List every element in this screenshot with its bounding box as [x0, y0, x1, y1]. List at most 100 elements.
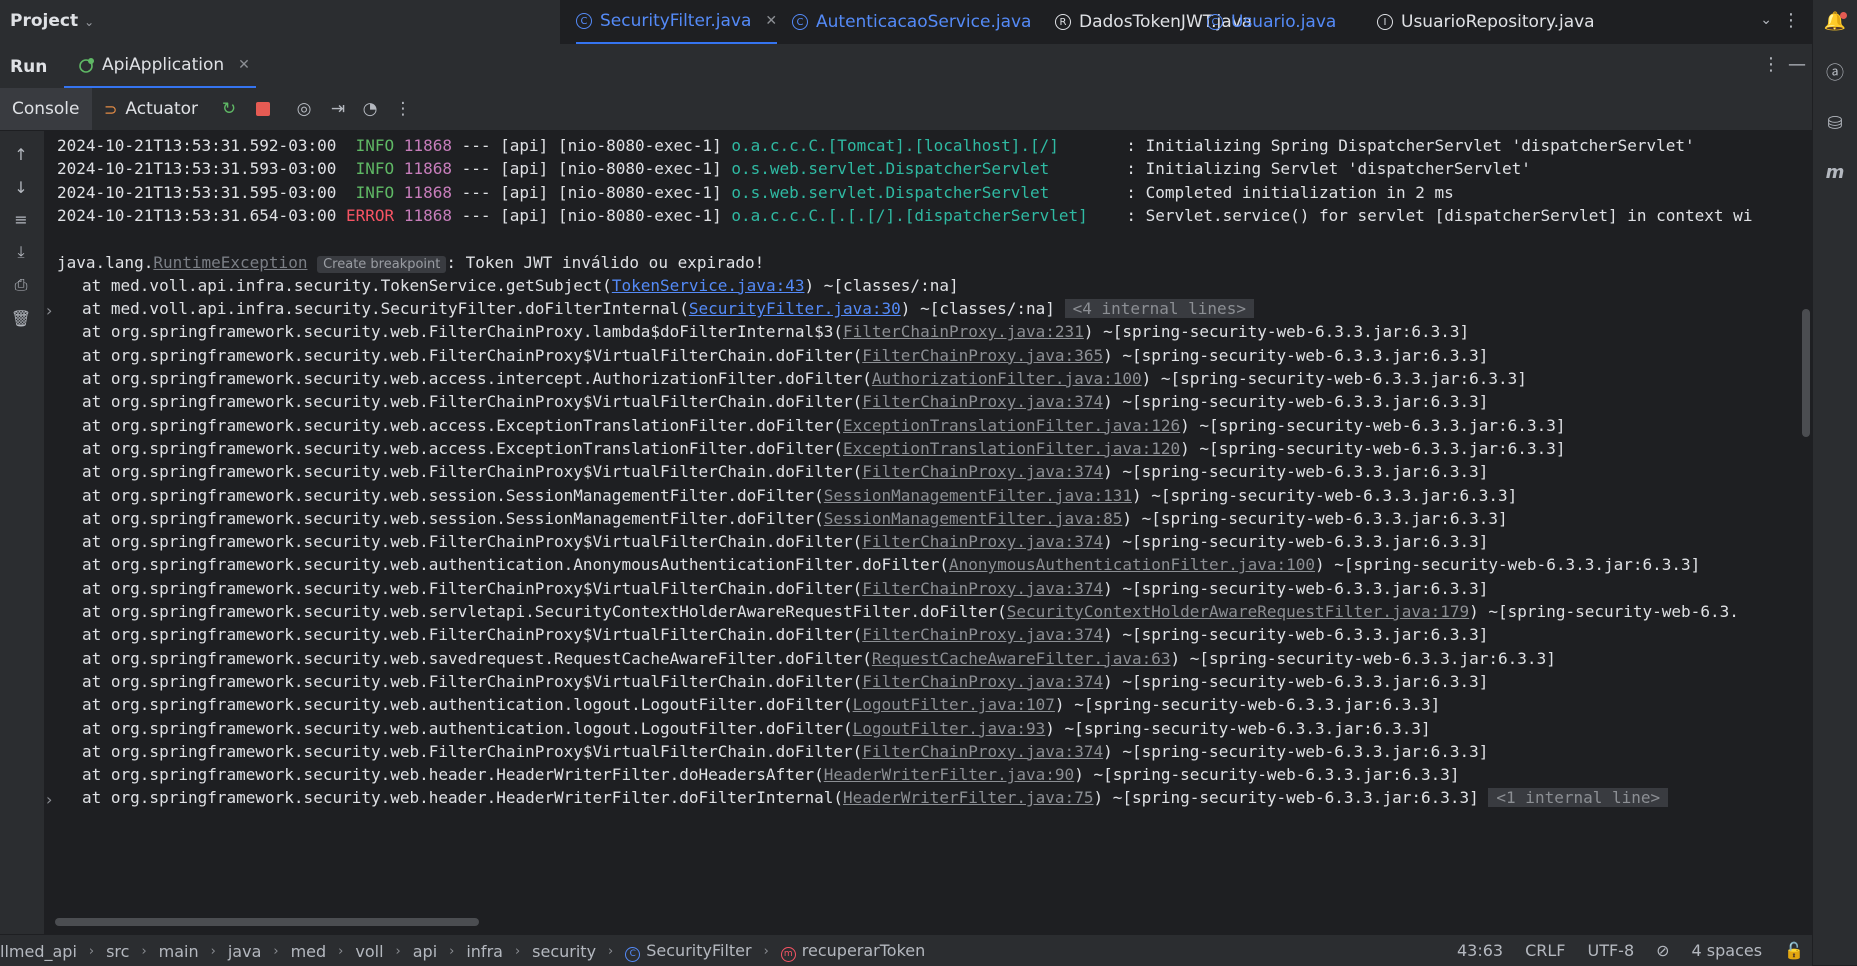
stack-frame: at org.springframework.security.web.Filt… — [82, 345, 1488, 367]
lock-icon[interactable]: 🔓 — [1784, 941, 1804, 960]
notification-badge — [1840, 12, 1847, 19]
stack-frame-method: at med.voll.api.infra.security.TokenServ… — [82, 275, 612, 295]
source-link[interactable]: FilterChainProxy.java:365 — [862, 346, 1103, 365]
source-link[interactable]: SessionManagementFilter.java:131 — [824, 486, 1132, 505]
stack-frame: at org.springframework.security.web.auth… — [82, 554, 1700, 576]
fold-chevron-icon[interactable]: › — [46, 790, 52, 809]
stack-frame-origin: ) ~[spring-security-web-6.3.3.jar:6.3.3] — [1074, 765, 1460, 785]
stack-frame-origin: ) ~[spring-security-web-6.3.3.jar:6.3.3] — [1170, 648, 1556, 668]
run-config-tab[interactable]: ApiApplication ✕ — [64, 44, 256, 88]
run-more-icon[interactable]: ⋮ — [1762, 54, 1780, 75]
log-pid: 11868 — [403, 182, 452, 202]
editor-tab[interactable]: C Usuario.java — [1207, 0, 1336, 44]
source-link[interactable]: TokenService.java:43 — [612, 276, 805, 295]
close-icon[interactable]: ✕ — [238, 57, 250, 73]
fold-chevron-icon[interactable]: › — [46, 301, 52, 320]
trash-icon[interactable]: 🗑 — [10, 307, 32, 329]
tab-actuator[interactable]: ⊃ Actuator — [104, 88, 198, 130]
console-output[interactable]: 2024-10-21T13:53:31.592-03:00 INFO 11868… — [44, 131, 1812, 934]
source-link[interactable]: FilterChainProxy.java:374 — [862, 392, 1103, 411]
exception-class-link[interactable]: RuntimeException — [153, 253, 307, 272]
file-encoding[interactable]: UTF-8 — [1587, 941, 1634, 960]
stack-frame-origin: ) ~[spring-security-web-6.3.3.jar:6.3.3] — [1103, 345, 1489, 365]
export-icon[interactable]: ⇥ — [327, 98, 349, 120]
log-timestamp: 2024-10-21T13:53:31.593-03:00 — [57, 159, 337, 179]
log-line: 2024-10-21T13:53:31.592-03:00 INFO 11868… — [57, 135, 1695, 157]
run-toolbar: Console ⊃ Actuator ↻ ◎ ⇥ ◔ ⋮ — [0, 88, 1812, 131]
editor-tab[interactable]: I UsuarioRepository.java — [1377, 0, 1595, 44]
tabs-more-icon[interactable]: ⋮ — [1782, 10, 1800, 31]
source-link[interactable]: ExceptionTranslationFilter.java:126 — [843, 416, 1180, 435]
source-link[interactable]: RequestCacheAwareFilter.java:63 — [872, 649, 1171, 668]
line-separator[interactable]: CRLF — [1525, 941, 1565, 960]
source-link[interactable]: FilterChainProxy.java:374 — [862, 532, 1103, 551]
create-breakpoint-button[interactable]: Create breakpoint — [317, 255, 447, 273]
ai-assistant-icon[interactable]: ⓐ — [1824, 61, 1846, 84]
source-link[interactable]: LogoutFilter.java:93 — [853, 719, 1046, 738]
stack-frame: at org.springframework.security.web.auth… — [82, 694, 1440, 716]
breadcrumb-item[interactable]: voll — [355, 942, 383, 961]
minimize-icon[interactable]: — — [1788, 54, 1806, 75]
scroll-to-end-icon[interactable]: ⤓ — [10, 241, 32, 263]
more-icon[interactable]: ⋮ — [392, 98, 414, 120]
internal-lines-toggle[interactable]: <1 internal line> — [1488, 788, 1669, 808]
indent-setting[interactable]: 4 spaces — [1692, 941, 1763, 960]
source-link[interactable]: HeaderWriterFilter.java:90 — [824, 765, 1074, 784]
caret-position[interactable]: 43:63 — [1457, 941, 1503, 960]
chevron-right-icon: › — [141, 943, 147, 959]
source-link[interactable]: AuthorizationFilter.java:100 — [872, 369, 1142, 388]
source-link[interactable]: SecurityContextHolderAwareRequestFilter.… — [1007, 602, 1469, 621]
breadcrumb-label: llmed_api — [0, 941, 77, 961]
source-link[interactable]: FilterChainProxy.java:374 — [862, 579, 1103, 598]
source-link[interactable]: FilterChainProxy.java:374 — [862, 742, 1103, 761]
rerun-icon[interactable]: ↻ — [218, 98, 240, 120]
breadcrumb-item[interactable]: security — [532, 942, 596, 961]
source-link[interactable]: AnonymousAuthenticationFilter.java:100 — [949, 555, 1315, 574]
console-tab-label: Console — [12, 99, 80, 119]
no-inspections-icon[interactable]: ⊘ — [1656, 941, 1669, 960]
source-link[interactable]: SecurityFilter.java:30 — [689, 299, 901, 318]
source-link[interactable]: FilterChainProxy.java:231 — [843, 322, 1084, 341]
project-menu[interactable]: Project ⌄ — [10, 11, 94, 31]
tab-list-chevron-icon[interactable]: ⌄ — [1760, 12, 1772, 28]
stack-frame-origin: ) ~[spring-security-web-6.3.3.jar:6.3.3] — [1093, 788, 1479, 808]
source-link[interactable]: ExceptionTranslationFilter.java:120 — [843, 439, 1180, 458]
print-icon[interactable]: ⎙ — [10, 274, 32, 296]
breadcrumb-item[interactable]: m recuperarToken — [780, 941, 925, 962]
close-icon[interactable]: ✕ — [765, 13, 777, 29]
horizontal-scrollbar[interactable] — [55, 918, 479, 926]
internal-lines-toggle[interactable]: <4 internal lines> — [1064, 299, 1254, 319]
source-link[interactable]: LogoutFilter.java:107 — [853, 695, 1055, 714]
breadcrumb-item[interactable]: src — [106, 942, 129, 961]
breadcrumb-item[interactable]: llmed_api — [0, 942, 77, 961]
source-link[interactable]: HeaderWriterFilter.java:75 — [843, 788, 1093, 807]
breadcrumb-item[interactable]: java — [228, 942, 262, 961]
breadcrumb-item[interactable]: infra — [466, 942, 503, 961]
profiler-icon[interactable]: ◔ — [359, 98, 381, 120]
source-link[interactable]: FilterChainProxy.java:374 — [862, 462, 1103, 481]
camera-icon[interactable]: ◎ — [293, 98, 315, 120]
database-icon[interactable]: ⛁ — [1824, 112, 1846, 134]
stack-frame-method: at org.springframework.security.web.Filt… — [82, 741, 863, 761]
source-link[interactable]: FilterChainProxy.java:374 — [862, 625, 1103, 644]
soft-wrap-icon[interactable]: ≡ — [10, 208, 32, 230]
tab-icon-letter: C — [1211, 16, 1219, 28]
maven-icon[interactable]: m — [1824, 161, 1846, 183]
breadcrumb-item[interactable]: med — [291, 942, 327, 961]
stack-frame: at org.springframework.security.web.acce… — [82, 438, 1565, 460]
stop-icon[interactable] — [252, 98, 274, 120]
arrow-up-icon[interactable]: ↑ — [10, 143, 32, 165]
source-link[interactable]: FilterChainProxy.java:374 — [862, 672, 1103, 691]
tab-console[interactable]: Console — [0, 88, 92, 130]
editor-tabs: C SecurityFilter.java ✕ C AutenticacaoServic… — [560, 0, 1812, 44]
breadcrumb-item[interactable]: C SecurityFilter — [625, 941, 752, 962]
breadcrumb-item[interactable]: main — [159, 942, 199, 961]
arrow-down-icon[interactable]: ↓ — [10, 176, 32, 198]
source-link[interactable]: SessionManagementFilter.java:85 — [824, 509, 1123, 528]
exception-line: java.lang.RuntimeException Create breakp… — [57, 252, 764, 274]
stack-frame: at org.springframework.security.web.save… — [82, 648, 1556, 670]
editor-tab[interactable]: C SecurityFilter.java ✕ — [576, 0, 778, 44]
editor-tab[interactable]: C AutenticacaoService.java — [792, 0, 1031, 44]
breadcrumb-item[interactable]: api — [413, 942, 437, 961]
vertical-scrollbar[interactable] — [1802, 309, 1810, 437]
